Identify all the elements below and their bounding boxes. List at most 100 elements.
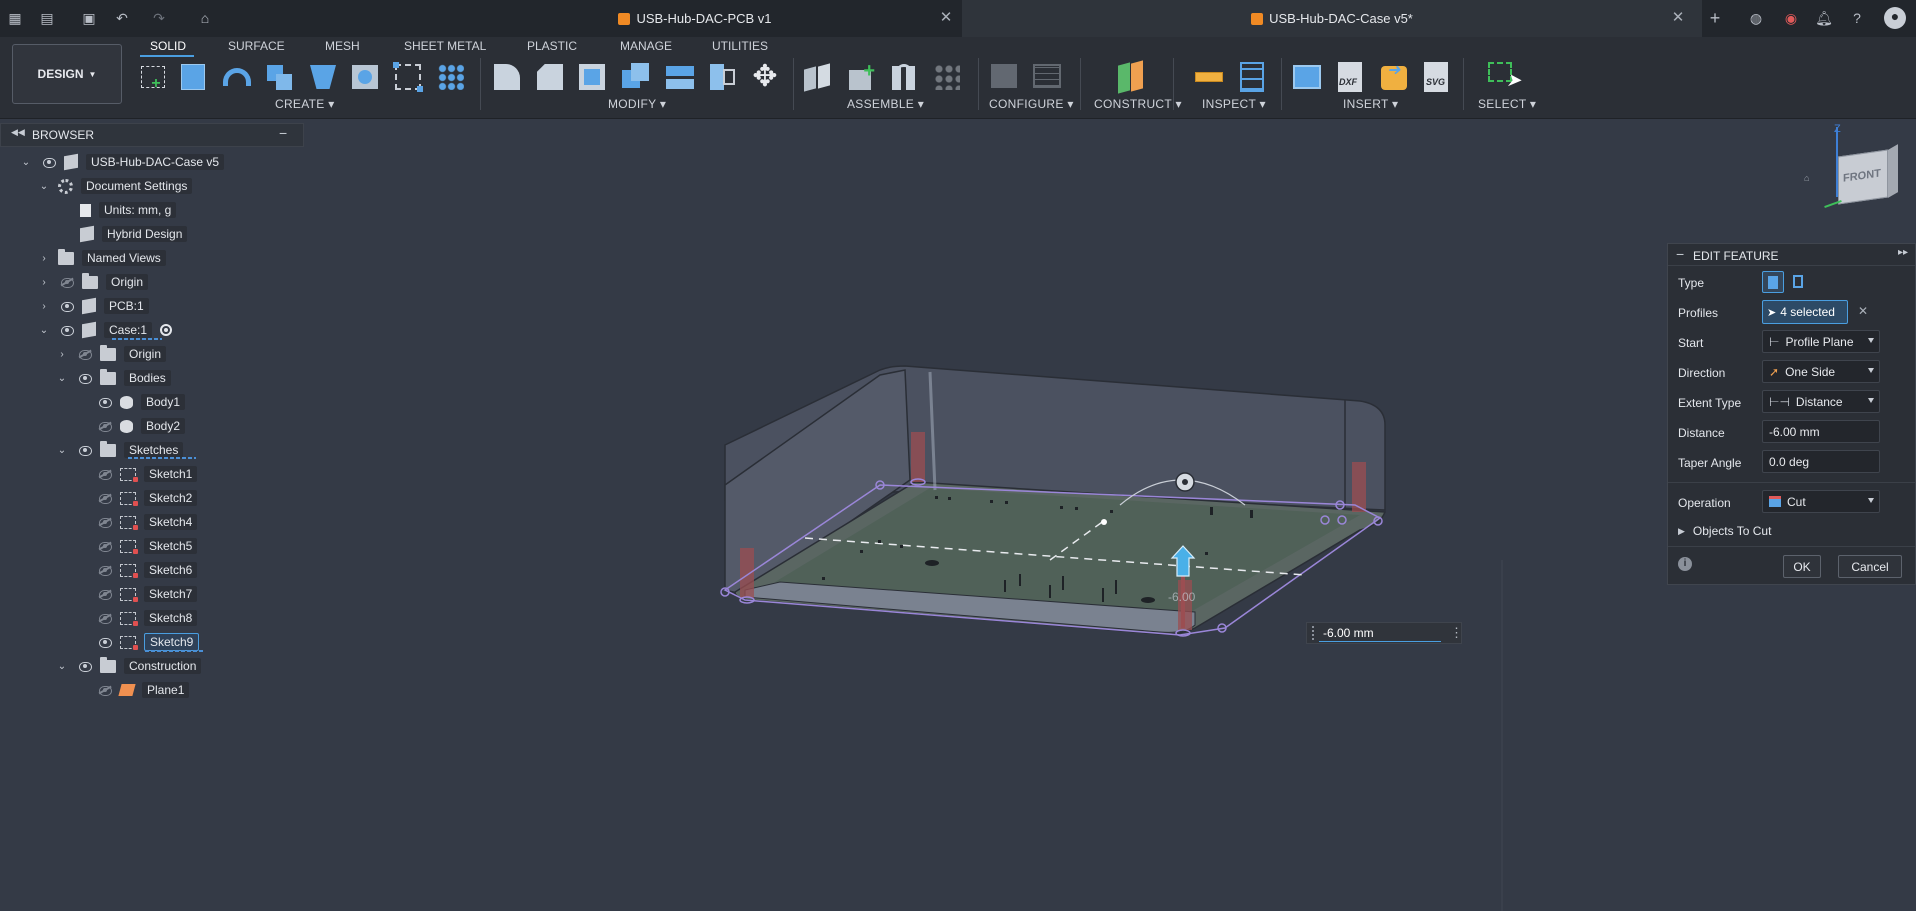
select-icon[interactable]: ➤ bbox=[1486, 60, 1521, 94]
motion-link-icon[interactable] bbox=[930, 60, 964, 94]
home-icon[interactable]: ⌂ bbox=[196, 9, 214, 27]
extrude-icon[interactable] bbox=[177, 60, 211, 94]
chevron-down-icon[interactable]: ⌄ bbox=[20, 157, 32, 168]
tab-case-document[interactable]: USB-Hub-DAC-Case v5* bbox=[962, 0, 1702, 37]
cancel-button[interactable]: Cancel bbox=[1838, 555, 1902, 578]
profiles-selection[interactable]: ➤ 4 selected bbox=[1762, 300, 1848, 324]
section-analysis-icon[interactable] bbox=[1236, 60, 1270, 94]
visibility-eye-off-icon[interactable] bbox=[58, 276, 76, 288]
tree-item-sketch6[interactable]: Sketch6 bbox=[96, 560, 198, 580]
revolve-icon[interactable] bbox=[219, 60, 253, 94]
direction-dropdown[interactable]: ➚ One Side bbox=[1762, 360, 1880, 383]
visibility-eye-icon[interactable] bbox=[58, 324, 76, 336]
move-copy-icon[interactable]: ✥ bbox=[748, 60, 782, 94]
distance-input[interactable] bbox=[1762, 420, 1880, 443]
group-inspect[interactable]: INSPECT ▾ bbox=[1202, 97, 1266, 111]
configuration-table-icon[interactable] bbox=[1030, 60, 1064, 94]
home-view-icon[interactable]: ⌂ bbox=[1804, 173, 1809, 183]
view-cube[interactable]: FRONT Z ⌂ bbox=[1804, 123, 1904, 213]
visibility-eye-off-icon[interactable] bbox=[96, 684, 114, 696]
tree-item-body2[interactable]: Body2 bbox=[96, 416, 186, 436]
type-body-button[interactable] bbox=[1762, 271, 1784, 293]
distance-heads-up-input[interactable] bbox=[1319, 625, 1441, 642]
close-tab-icon[interactable]: ✕ bbox=[1669, 9, 1687, 27]
tab-utilities[interactable]: UTILITIES bbox=[712, 37, 768, 55]
align-icon[interactable] bbox=[705, 60, 739, 94]
visibility-eye-icon[interactable] bbox=[76, 444, 94, 456]
notifications-bell-icon[interactable]: 🔔︎ bbox=[1815, 9, 1833, 27]
operation-dropdown[interactable]: Cut bbox=[1762, 490, 1880, 513]
save-icon[interactable]: ▣ bbox=[80, 9, 98, 27]
tree-item-sketch9[interactable]: Sketch9 bbox=[96, 632, 200, 652]
visibility-eye-off-icon[interactable] bbox=[96, 516, 114, 528]
split-body-icon[interactable] bbox=[663, 60, 697, 94]
insert-mesh-icon[interactable]: ➜ bbox=[1377, 60, 1411, 94]
visibility-eye-off-icon[interactable] bbox=[96, 420, 114, 432]
hole-icon[interactable] bbox=[348, 60, 382, 94]
chevron-down-icon[interactable]: ⌄ bbox=[56, 445, 68, 456]
visibility-eye-off-icon[interactable] bbox=[96, 564, 114, 576]
active-component-radio-icon[interactable] bbox=[160, 324, 173, 336]
apps-grid-icon[interactable]: ▦ bbox=[6, 9, 24, 27]
collapse-panel-icon[interactable]: ◀◀ bbox=[11, 127, 25, 138]
chevron-right-icon[interactable]: › bbox=[38, 277, 50, 288]
chevron-down-icon[interactable]: ⌄ bbox=[56, 661, 68, 672]
tree-item-units[interactable]: Units: mm, g bbox=[80, 200, 177, 220]
group-modify[interactable]: MODIFY ▾ bbox=[608, 97, 666, 111]
canvas-viewport[interactable]: -6.00 bbox=[0, 148, 1916, 911]
visibility-eye-off-icon[interactable] bbox=[76, 348, 94, 360]
press-pull-icon[interactable] bbox=[490, 60, 524, 94]
tree-item-case-origin[interactable]: › Origin bbox=[56, 344, 167, 364]
chevron-right-icon[interactable]: › bbox=[38, 253, 50, 264]
joint-icon[interactable]: + bbox=[845, 60, 879, 94]
tab-surface[interactable]: SURFACE bbox=[228, 37, 285, 55]
insert-image-icon[interactable] bbox=[1290, 60, 1324, 94]
visibility-eye-icon[interactable] bbox=[58, 300, 76, 312]
tree-item-body1[interactable]: Body1 bbox=[96, 392, 186, 412]
group-create[interactable]: CREATE ▾ bbox=[275, 97, 335, 111]
file-menu-icon[interactable]: ▤ bbox=[38, 9, 56, 27]
insert-svg-icon[interactable]: SVG bbox=[1420, 60, 1454, 94]
close-tab-icon[interactable]: ✕ bbox=[937, 9, 955, 27]
shell-icon[interactable] bbox=[575, 60, 609, 94]
loft-icon[interactable] bbox=[306, 60, 340, 94]
tree-item-pcb[interactable]: › PCB:1 bbox=[38, 296, 149, 316]
objects-to-cut-expander[interactable]: ▶ Objects To Cut bbox=[1678, 524, 1771, 538]
tab-pcb-document[interactable]: USB-Hub-DAC-PCB v1 bbox=[430, 0, 960, 37]
visibility-eye-icon[interactable] bbox=[40, 156, 58, 168]
tree-item-document-settings[interactable]: ⌄ Document Settings bbox=[38, 176, 193, 196]
info-icon[interactable]: i bbox=[1678, 557, 1692, 571]
tree-item-sketch1[interactable]: Sketch1 bbox=[96, 464, 198, 484]
view-cube-side-face[interactable] bbox=[1888, 144, 1898, 198]
visibility-eye-icon[interactable] bbox=[76, 372, 94, 384]
group-construct[interactable]: CONSTRUCT ▾ bbox=[1094, 97, 1182, 111]
tree-item-bodies[interactable]: ⌄ Bodies bbox=[56, 368, 171, 388]
tab-plastic[interactable]: PLASTIC bbox=[527, 37, 577, 55]
tree-item-construction[interactable]: ⌄ Construction bbox=[56, 656, 202, 676]
rectangular-pattern-icon[interactable] bbox=[391, 60, 425, 94]
create-sketch-icon[interactable]: + bbox=[137, 60, 171, 94]
collapse-dialog-icon[interactable]: − bbox=[1676, 246, 1684, 262]
chevron-right-icon[interactable]: › bbox=[56, 349, 68, 360]
tree-item-sketch7[interactable]: Sketch7 bbox=[96, 584, 198, 604]
grip-handle-icon[interactable] bbox=[1312, 626, 1315, 640]
tab-manage[interactable]: MANAGE bbox=[620, 37, 672, 55]
extensions-icon[interactable]: ◉ bbox=[1782, 9, 1800, 27]
taper-angle-input[interactable] bbox=[1762, 450, 1880, 473]
sweep-icon[interactable] bbox=[262, 60, 296, 94]
visibility-eye-icon[interactable] bbox=[96, 636, 114, 648]
start-dropdown[interactable]: ⊢ Profile Plane bbox=[1762, 330, 1880, 353]
tree-item-origin[interactable]: › Origin bbox=[38, 272, 149, 292]
combine-icon[interactable] bbox=[619, 60, 653, 94]
group-select[interactable]: SELECT ▾ bbox=[1478, 97, 1536, 111]
help-icon[interactable]: ? bbox=[1848, 9, 1866, 27]
minimize-panel-icon[interactable]: − bbox=[279, 125, 287, 141]
offset-plane-icon[interactable] bbox=[1115, 60, 1149, 94]
chevron-down-icon[interactable]: ⌄ bbox=[56, 373, 68, 384]
view-cube-front-face[interactable]: FRONT bbox=[1838, 149, 1888, 205]
tree-item-plane1[interactable]: Plane1 bbox=[96, 680, 190, 700]
undo-icon[interactable]: ↶ bbox=[113, 9, 131, 27]
redo-icon[interactable]: ↷ bbox=[150, 9, 168, 27]
tab-mesh[interactable]: MESH bbox=[325, 37, 360, 55]
workspace-switcher-button[interactable]: DESIGN ▼ bbox=[12, 44, 122, 104]
